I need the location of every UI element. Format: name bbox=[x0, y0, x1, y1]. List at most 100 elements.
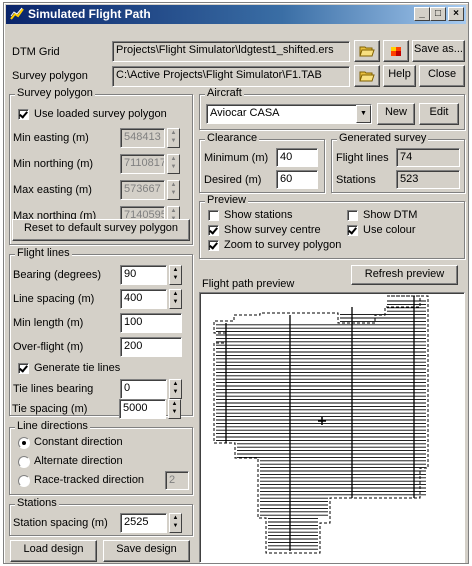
bearing-label: Bearing (degrees) bbox=[13, 269, 102, 281]
over-flight-label: Over-flight (m) bbox=[13, 341, 84, 353]
new-aircraft-button[interactable]: New bbox=[377, 103, 415, 125]
preview-options-group: Preview Show stations Show DTM Show surv… bbox=[199, 194, 465, 259]
show-dtm-label: Show DTM bbox=[363, 209, 418, 221]
generated-survey-group: Generated survey Flight lines 74 Station… bbox=[331, 132, 465, 193]
use-colour-checkbox[interactable] bbox=[347, 225, 358, 236]
flight-path-icon bbox=[10, 7, 24, 20]
bearing-input[interactable]: 90 bbox=[120, 265, 167, 285]
main-window: Simulated Flight Path _ □ × DTM Grid Pro… bbox=[3, 2, 469, 564]
preview-options-group-title: Preview bbox=[205, 194, 249, 206]
tie-spacing-spinner[interactable]: ▲ ▼ bbox=[168, 399, 181, 419]
max-easting-input[interactable]: 573667 bbox=[120, 180, 165, 200]
survey-polygon-outline bbox=[213, 295, 429, 554]
flight-lines-group-title: Flight lines bbox=[15, 247, 72, 259]
alternate-direction-radio[interactable] bbox=[18, 456, 30, 468]
min-length-label: Min length (m) bbox=[13, 317, 84, 329]
refresh-preview-button[interactable]: Refresh preview bbox=[351, 265, 458, 285]
tie-spacing-label: Tie spacing (m) bbox=[12, 403, 88, 415]
stations-count: 523 bbox=[396, 170, 460, 189]
max-easting-spinner[interactable]: ▲ ▼ bbox=[167, 180, 180, 200]
clearance-group-title: Clearance bbox=[205, 132, 260, 144]
show-centre-label: Show survey centre bbox=[224, 224, 321, 236]
survey-polygon-path[interactable]: C:\Active Projects\Flight Simulator\F1.T… bbox=[112, 66, 350, 87]
flight-lines-group: Flight lines Bearing (degrees) 90 ▲ ▼ Lin… bbox=[9, 247, 193, 416]
open-survey-button[interactable] bbox=[354, 65, 380, 87]
maximize-button[interactable]: □ bbox=[430, 7, 446, 21]
close-button[interactable]: Close bbox=[419, 65, 465, 87]
show-dtm-checkbox[interactable] bbox=[347, 210, 358, 221]
generate-tie-lines-checkbox[interactable] bbox=[18, 363, 29, 374]
show-stations-checkbox[interactable] bbox=[208, 210, 219, 221]
save-as-button[interactable]: Save as... bbox=[412, 40, 465, 62]
over-flight-input[interactable]: 200 bbox=[120, 337, 182, 357]
min-northing-input[interactable]: 7110817 bbox=[120, 154, 165, 174]
min-length-input[interactable]: 100 bbox=[120, 313, 182, 333]
line-directions-group: Line directions Constant direction Alter… bbox=[9, 420, 193, 495]
load-design-button[interactable]: Load design bbox=[10, 540, 97, 562]
zoom-polygon-checkbox[interactable] bbox=[208, 240, 219, 251]
minimize-button[interactable]: _ bbox=[414, 7, 430, 21]
tie-spacing-input[interactable]: 5000 bbox=[119, 399, 166, 419]
chevron-down-icon[interactable]: ▼ bbox=[356, 105, 371, 123]
use-colour-label: Use colour bbox=[363, 224, 416, 236]
open-dtm-button[interactable] bbox=[354, 40, 380, 62]
tie-bearing-label: Tie lines bearing bbox=[13, 383, 94, 395]
tie-bearing-spinner[interactable]: ▲ ▼ bbox=[169, 379, 182, 399]
flight-lines-count-label: Flight lines bbox=[336, 152, 389, 164]
folder-open-icon bbox=[359, 71, 375, 82]
line-spacing-spinner[interactable]: ▲ ▼ bbox=[169, 289, 182, 309]
race-tracked-input[interactable]: 2 bbox=[165, 471, 189, 490]
desired-clearance-input[interactable]: 60 bbox=[276, 170, 318, 189]
line-spacing-label: Line spacing (m) bbox=[13, 293, 95, 305]
color-grid-icon bbox=[391, 47, 401, 56]
aircraft-group-title: Aircraft bbox=[205, 87, 244, 99]
clearance-group: Clearance Minimum (m) 40 Desired (m) 60 bbox=[199, 132, 325, 193]
show-centre-checkbox[interactable] bbox=[208, 225, 219, 236]
aircraft-group: Aircraft Aviocar CASA ▼ New Edit bbox=[199, 87, 465, 130]
window-title: Simulated Flight Path bbox=[28, 7, 151, 21]
stations-group-title: Stations bbox=[15, 497, 59, 509]
constant-direction-label: Constant direction bbox=[34, 436, 123, 448]
use-loaded-polygon-checkbox[interactable] bbox=[18, 109, 29, 120]
bearing-spinner[interactable]: ▲ ▼ bbox=[169, 265, 182, 285]
desired-clearance-label: Desired (m) bbox=[204, 174, 262, 186]
min-northing-spinner[interactable]: ▲ ▼ bbox=[167, 154, 180, 174]
use-loaded-polygon-label: Use loaded survey polygon bbox=[34, 108, 167, 120]
help-button[interactable]: Help bbox=[383, 65, 416, 87]
min-easting-label: Min easting (m) bbox=[13, 132, 89, 144]
flight-path-canvas bbox=[213, 295, 429, 554]
stations-count-label: Stations bbox=[336, 174, 376, 186]
station-spacing-label: Station spacing (m) bbox=[13, 517, 108, 529]
min-clearance-input[interactable]: 40 bbox=[276, 148, 318, 167]
generate-tie-lines-label: Generate tie lines bbox=[34, 362, 121, 374]
title-bar[interactable]: Simulated Flight Path _ □ × bbox=[6, 5, 466, 24]
aircraft-select[interactable]: Aviocar CASA bbox=[206, 104, 372, 124]
flight-path-preview[interactable] bbox=[199, 292, 465, 563]
close-window-button[interactable]: × bbox=[448, 7, 464, 21]
max-easting-label: Max easting (m) bbox=[13, 184, 92, 196]
dtm-colour-button[interactable] bbox=[383, 40, 409, 62]
constant-direction-radio[interactable] bbox=[18, 437, 30, 449]
reset-polygon-button[interactable]: Reset to default survey polygon bbox=[12, 219, 190, 241]
show-stations-label: Show stations bbox=[224, 209, 293, 221]
folder-open-icon bbox=[359, 46, 375, 57]
tie-bearing-input[interactable]: 0 bbox=[120, 379, 167, 399]
zoom-polygon-label: Zoom to survey polygon bbox=[224, 239, 342, 251]
min-clearance-label: Minimum (m) bbox=[204, 152, 269, 164]
min-easting-input[interactable]: 548413 bbox=[120, 128, 165, 148]
min-northing-label: Min northing (m) bbox=[13, 158, 94, 170]
dtm-grid-label: DTM Grid bbox=[12, 46, 60, 58]
edit-aircraft-button[interactable]: Edit bbox=[419, 103, 459, 125]
preview-title: Flight path preview bbox=[202, 278, 295, 290]
min-easting-spinner[interactable]: ▲ ▼ bbox=[167, 128, 180, 148]
generated-survey-group-title: Generated survey bbox=[337, 132, 429, 144]
station-spacing-spinner[interactable]: ▲ ▼ bbox=[169, 513, 182, 533]
survey-polygon-group-title: Survey polygon bbox=[15, 87, 95, 99]
station-spacing-input[interactable]: 2525 bbox=[120, 513, 167, 533]
dtm-grid-path[interactable]: Projects\Flight Simulator\ldgtest1_shift… bbox=[112, 41, 350, 62]
save-design-button[interactable]: Save design bbox=[103, 540, 190, 562]
line-spacing-input[interactable]: 400 bbox=[120, 289, 167, 309]
alternate-direction-label: Alternate direction bbox=[34, 455, 123, 467]
line-directions-group-title: Line directions bbox=[15, 420, 90, 432]
race-tracked-radio[interactable] bbox=[18, 475, 30, 487]
